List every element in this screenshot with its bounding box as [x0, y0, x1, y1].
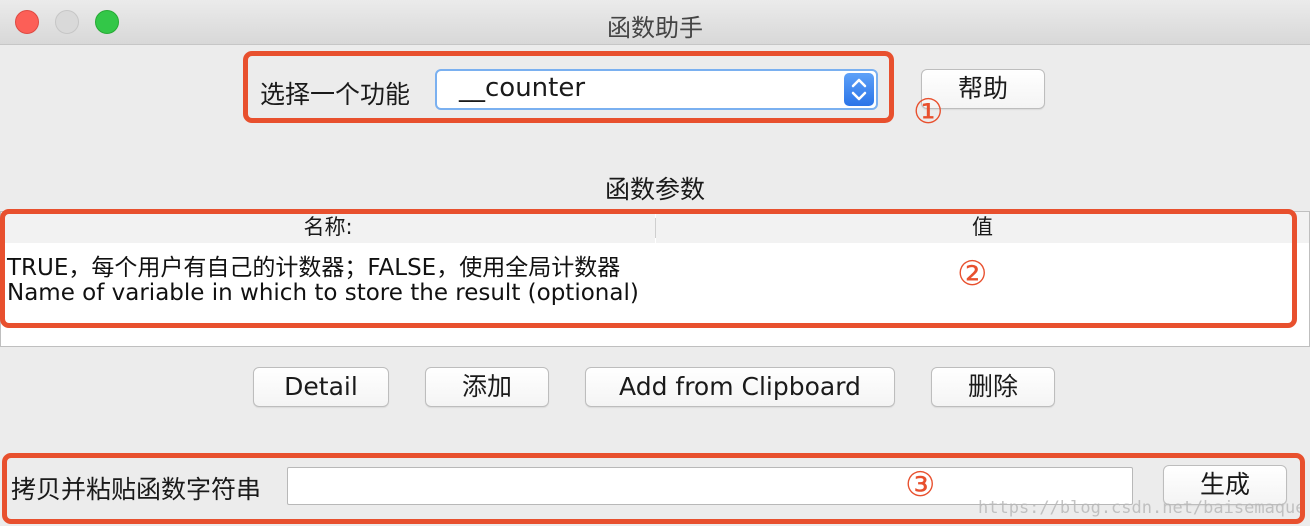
column-header-value[interactable]: 值 — [656, 212, 1309, 243]
add-from-clipboard-button[interactable]: Add from Clipboard — [585, 367, 895, 407]
detail-button[interactable]: Detail — [253, 367, 389, 407]
help-button[interactable]: 帮助 — [921, 69, 1045, 109]
result-string-label: 拷贝并粘贴函数字符串 — [11, 475, 262, 504]
column-header-name[interactable]: 名称: — [1, 212, 655, 243]
params-section-title: 函数参数 — [604, 175, 705, 204]
delete-button[interactable]: 删除 — [931, 367, 1055, 407]
select-arrows-icon[interactable] — [844, 73, 874, 106]
window-title: 函数助手 — [607, 14, 703, 42]
function-select-value: __counter — [459, 73, 586, 103]
watermark-text: https://blog.csdn.net/baisemaque — [978, 498, 1306, 518]
function-select[interactable]: __counter — [435, 69, 878, 110]
add-button[interactable]: 添加 — [425, 367, 549, 407]
function-select-label: 选择一个功能 — [260, 80, 411, 109]
function-helper-window: 函数助手 选择一个功能 __counter 帮助 函数参数 名称: 值 TRUE… — [0, 0, 1310, 526]
table-cell-name[interactable]: TRUE，每个用户有自己的计数器；FALSE，使用全局计数器 — [7, 255, 620, 281]
params-table: 名称: 值 TRUE，每个用户有自己的计数器；FALSE，使用全局计数器 Nam… — [0, 211, 1310, 347]
table-row[interactable]: Name of variable in which to store the r… — [7, 280, 639, 306]
table-cell-name[interactable]: Name of variable in which to store the r… — [7, 280, 639, 306]
table-row[interactable]: TRUE，每个用户有自己的计数器；FALSE，使用全局计数器 — [7, 248, 620, 282]
title-bar: 函数助手 — [0, 0, 1310, 45]
